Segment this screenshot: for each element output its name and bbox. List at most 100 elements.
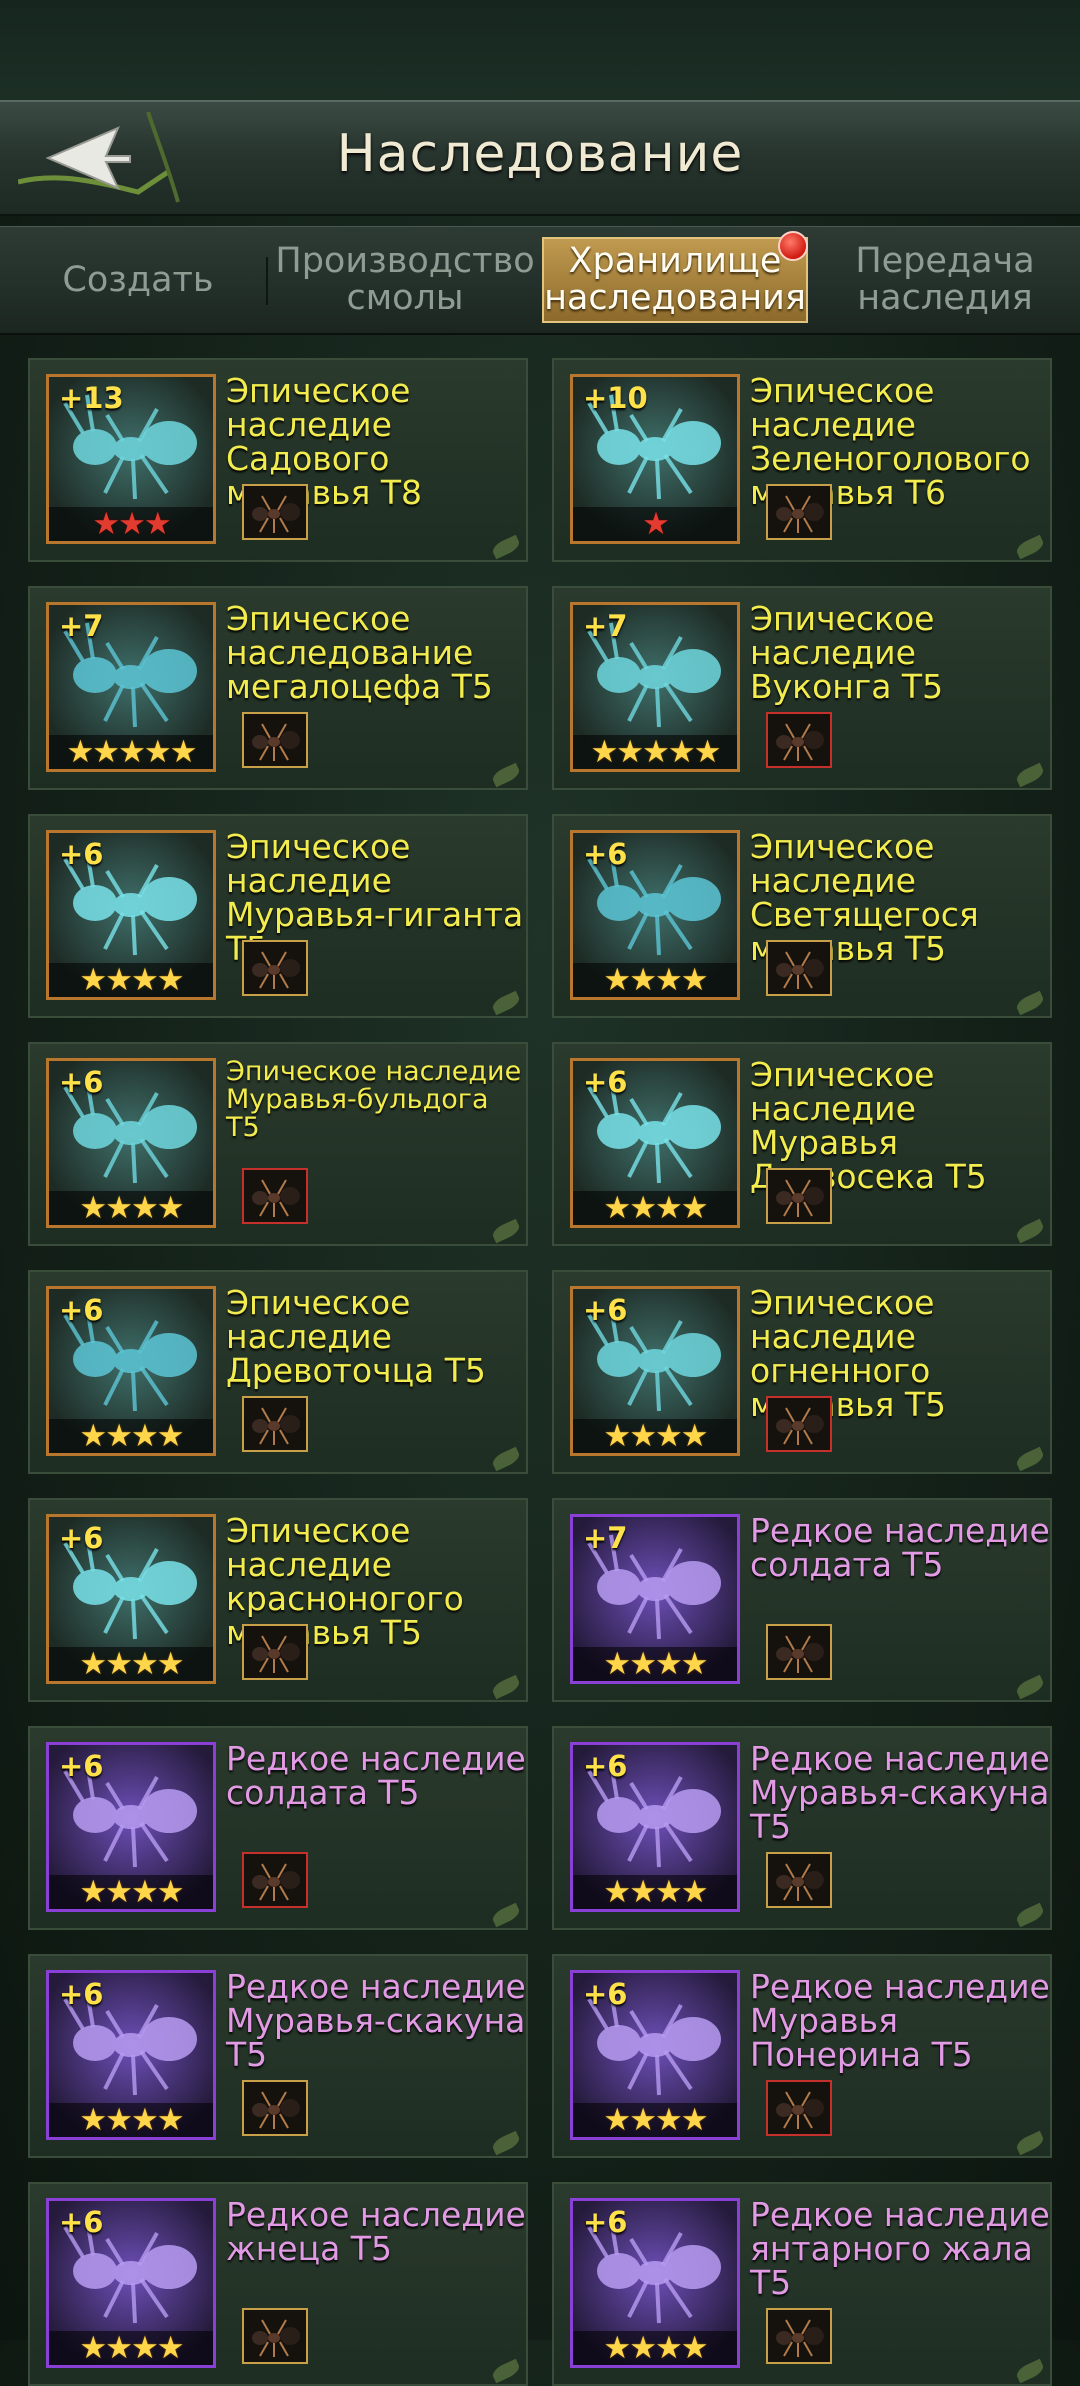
ant-thumbnail <box>766 1168 832 1224</box>
ant-thumbnail-icon <box>252 1179 300 1217</box>
ant-thumbnail-icon <box>252 2319 300 2357</box>
inheritance-name: Редкое наследие Муравья-скакуна Т5 <box>226 1967 526 2074</box>
inheritance-card[interactable]: +13★★★Эпическое наследие Садового муравь… <box>28 358 528 562</box>
level-label: +10 <box>583 381 648 415</box>
ant-portrait: +6 ★★★★ <box>570 1742 740 1912</box>
ant-thumbnail <box>766 1624 832 1680</box>
star-rating: ★★★★ <box>49 963 213 997</box>
level-label: +6 <box>583 1065 628 1099</box>
inheritance-name: Эпическое наследование мегалоцефа Т5 <box>226 599 493 706</box>
level-label: +6 <box>59 1521 104 1555</box>
ant-thumbnail <box>242 1396 308 1452</box>
level-label: +6 <box>583 837 628 871</box>
inheritance-card[interactable]: +6 ★★★★ Редкое наследие Муравья-скакуна Т5 <box>28 1954 528 2158</box>
ant-thumbnail-icon <box>252 723 300 761</box>
star-rating: ★★★★ <box>573 2103 737 2137</box>
ant-portrait: +6 ★★★★ <box>570 830 740 1000</box>
ant-thumbnail <box>242 712 308 768</box>
ant-thumbnail <box>766 712 832 768</box>
notification-dot-icon <box>778 231 808 261</box>
ant-thumbnail-icon <box>776 1863 824 1901</box>
inheritance-card[interactable]: +7 ★★★★★ Эпическое наследие Вуконга Т5 <box>552 586 1052 790</box>
inheritance-card[interactable]: +10★Эпическое наследие Зеленоголового му… <box>552 358 1052 562</box>
tab-inheritance-storage[interactable]: Хранилище наследования <box>542 237 808 323</box>
ant-thumbnail <box>766 484 832 540</box>
ant-portrait: +6 ★★★★ <box>46 1742 216 1912</box>
inheritance-name: Эпическое наследие Древоточца Т5 <box>226 1283 486 1390</box>
inheritance-name: Эпическое наследие Вуконга Т5 <box>750 599 944 706</box>
inheritance-name: Редкое наследие Муравья Понерина Т5 <box>750 1967 1050 2074</box>
star-rating: ★★★★★ <box>573 735 737 769</box>
star-rating: ★★★★ <box>49 1419 213 1453</box>
ant-thumbnail <box>242 940 308 996</box>
ant-thumbnail-icon <box>776 723 824 761</box>
tab-resin-production[interactable]: Производство смолы <box>270 237 540 323</box>
ant-thumbnail-icon <box>776 2091 824 2129</box>
inheritance-card[interactable]: +6 ★★★★ Эпическое наследие Муравья Дровосе… <box>552 1042 1052 1246</box>
inheritance-card[interactable]: +6 ★★★★ Редкое наследие янтарного жала Т5 <box>552 2182 1052 2386</box>
star-rating: ★★★ <box>49 507 213 541</box>
star-rating: ★★★★ <box>49 1875 213 1909</box>
ant-portrait: +6 ★★★★ <box>570 1970 740 2140</box>
ant-portrait: +6 ★★★★ <box>46 1514 216 1684</box>
ant-thumbnail <box>242 2080 308 2136</box>
ant-thumbnail <box>242 484 308 540</box>
ant-thumbnail <box>766 1396 832 1452</box>
tab-create[interactable]: Создать <box>18 237 258 323</box>
star-rating: ★★★★ <box>49 1647 213 1681</box>
ant-portrait: +7 ★★★★★ <box>570 602 740 772</box>
inheritance-name: Редкое наследие солдата Т5 <box>750 1511 1050 1584</box>
inheritance-card[interactable]: +6 ★★★★ Эпическое наследие Муравья-гиганта… <box>28 814 528 1018</box>
level-label: +13 <box>59 381 124 415</box>
ant-portrait: +6 ★★★★ <box>570 1058 740 1228</box>
ant-thumbnail-icon <box>776 1407 824 1445</box>
inheritance-card[interactable]: +7 ★★★★★ Эпическое наследование мегалоцефа… <box>28 586 528 790</box>
ant-portrait: +7 ★★★★★ <box>46 602 216 772</box>
star-rating: ★ <box>573 507 737 541</box>
inheritance-card[interactable]: +6 ★★★★ Эпическое наследие Древоточца Т5 <box>28 1270 528 1474</box>
level-label: +6 <box>583 1977 628 2011</box>
header-bar: Наследование <box>0 100 1080 216</box>
tab-inheritance-transfer[interactable]: Передача наследия <box>812 237 1078 323</box>
ant-portrait: +13 ★★★ <box>46 374 216 544</box>
ant-thumbnail-icon <box>776 495 824 533</box>
ant-thumbnail-icon <box>252 2091 300 2129</box>
star-rating: ★★★★ <box>49 1191 213 1225</box>
inheritance-card[interactable]: +6 ★★★★ Редкое наследие Муравья-скакуна Т5 <box>552 1726 1052 1930</box>
ant-thumbnail-icon <box>252 951 300 989</box>
level-label: +6 <box>59 1977 104 2011</box>
ant-thumbnail-icon <box>776 1635 824 1673</box>
star-rating: ★★★★ <box>573 963 737 997</box>
ant-thumbnail <box>242 1852 308 1908</box>
level-label: +6 <box>59 837 104 871</box>
inheritance-card[interactable]: +6★★★★Эпическое наследие огненного мурав… <box>552 1270 1052 1474</box>
ant-thumbnail-icon <box>252 1863 300 1901</box>
inheritance-card[interactable]: +6 ★★★★ Редкое наследие солдата Т5 <box>28 1726 528 1930</box>
level-label: +7 <box>583 1521 628 1555</box>
inheritance-card[interactable]: +6★★★★Эпическое наследие Светящегося мур… <box>552 814 1052 1018</box>
inheritance-name: Эпическое наследие Муравья-бульдога Т5 <box>226 1056 522 1143</box>
level-label: +6 <box>59 1749 104 1783</box>
inheritance-card[interactable]: +6 ★★★★ Редкое наследие Муравья Понерина Т… <box>552 1954 1052 2158</box>
ant-portrait: +6 ★★★★ <box>570 2198 740 2368</box>
ant-thumbnail <box>766 1852 832 1908</box>
ant-thumbnail-icon <box>776 2319 824 2357</box>
ant-portrait: +7 ★★★★ <box>570 1514 740 1684</box>
inheritance-card[interactable]: +6 ★★★★ Эпическое наследие Муравья-бульдог… <box>28 1042 528 1246</box>
ant-thumbnail-icon <box>252 1407 300 1445</box>
level-label: +7 <box>583 609 628 643</box>
star-rating: ★★★★ <box>573 1191 737 1225</box>
inheritance-card[interactable]: +6★★★★Эпическое наследие красноногого му… <box>28 1498 528 1702</box>
ant-portrait: +6 ★★★★ <box>570 1286 740 1456</box>
inheritance-card[interactable]: +6 ★★★★ Редкое наследие жнеца Т5 <box>28 2182 528 2386</box>
ant-thumbnail <box>242 2308 308 2364</box>
ant-portrait: +6 ★★★★ <box>46 1286 216 1456</box>
star-rating: ★★★★ <box>573 1647 737 1681</box>
star-rating: ★★★★★ <box>49 735 213 769</box>
status-area <box>0 0 1080 100</box>
inheritance-card[interactable]: +7 ★★★★ Редкое наследие солдата Т5 <box>552 1498 1052 1702</box>
tab-separator <box>266 257 268 305</box>
ant-portrait: +6 ★★★★ <box>46 1970 216 2140</box>
star-rating: ★★★★ <box>573 1875 737 1909</box>
ant-thumbnail <box>242 1168 308 1224</box>
